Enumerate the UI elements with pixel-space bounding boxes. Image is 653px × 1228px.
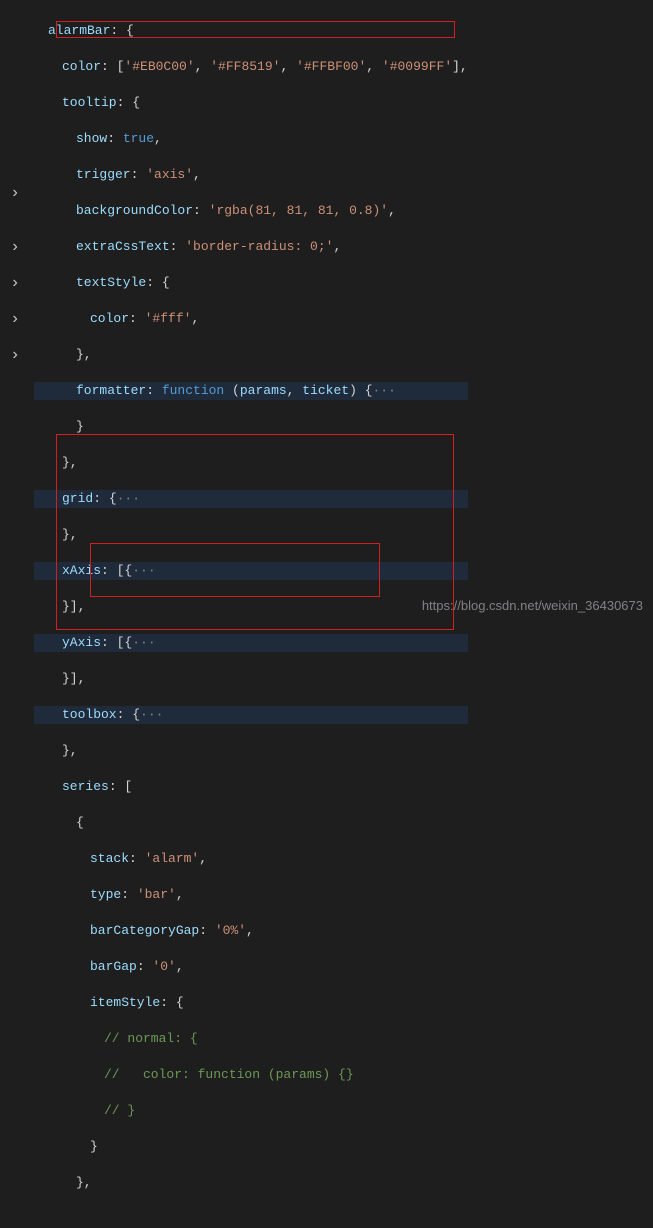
chevron-right-icon [10,240,20,255]
chevron-right-icon [10,186,20,201]
code-line: type: 'bar', [34,886,468,904]
code-line: { [34,814,468,832]
code-line: }], [34,598,468,616]
code-line: textStyle: { [34,274,468,292]
gutter-row [0,76,30,94]
code-line: barCategoryGap: '0%', [34,922,468,940]
gutter-row [0,148,30,166]
code-line-folded: grid: {··· [34,490,468,508]
gutter-row [0,256,30,274]
gutter-row [0,166,30,184]
chevron-right-icon [10,312,20,327]
fold-toggle[interactable] [0,346,30,364]
code-line-folded: xAxis: [{··· [34,562,468,580]
chevron-right-icon [10,276,20,291]
code-line: backgroundColor: 'rgba(81, 81, 81, 0.8)'… [34,202,468,220]
fold-toggle[interactable] [0,274,30,292]
gutter-row [0,292,30,310]
gutter-row [0,220,30,238]
fold-gutter [0,0,30,1228]
fold-toggle[interactable] [0,310,30,328]
code-line: }, [34,1174,468,1192]
code-line: color: ['#EB0C00', '#FF8519', '#FFBF00',… [34,58,468,76]
gutter-row [0,130,30,148]
code-content[interactable]: alarmBar: { color: ['#EB0C00', '#FF8519'… [30,0,468,1228]
code-line: // normal: { [34,1030,468,1048]
code-line: show: true, [34,130,468,148]
code-line: // } [34,1102,468,1120]
code-line: // color: function (params) {} [34,1066,468,1084]
fold-toggle[interactable] [0,238,30,256]
code-line-folded: toolbox: {··· [34,706,468,724]
code-line: }], [34,670,468,688]
gutter-row [0,58,30,76]
code-line: series: [ [34,778,468,796]
code-line: color: '#fff', [34,310,468,328]
fold-toggle[interactable] [0,184,30,202]
code-line: alarmBar: { [34,22,468,40]
gutter-row [0,40,30,58]
gutter-row [0,94,30,112]
code-line: }, [34,346,468,364]
code-line: } [34,418,468,436]
gutter-row [0,4,30,22]
code-line: }, [34,526,468,544]
code-line: }, [34,742,468,760]
code-line: barGap: '0', [34,958,468,976]
code-line: trigger: 'axis', [34,166,468,184]
code-line: }, [34,454,468,472]
code-editor: alarmBar: { color: ['#EB0C00', '#FF8519'… [0,0,653,1228]
gutter-row [0,112,30,130]
gutter-row [0,22,30,40]
gutter-row [0,202,30,220]
code-line: itemStyle: { [34,994,468,1012]
code-line: stack: 'alarm', [34,850,468,868]
code-line-folded: formatter: function (params, ticket) {··… [34,382,468,400]
chevron-right-icon [10,348,20,363]
code-line: } [34,1138,468,1156]
code-line-folded: yAxis: [{··· [34,634,468,652]
code-line: tooltip: { [34,94,468,112]
gutter-row [0,328,30,346]
code-line: extraCssText: 'border-radius: 0;', [34,238,468,256]
